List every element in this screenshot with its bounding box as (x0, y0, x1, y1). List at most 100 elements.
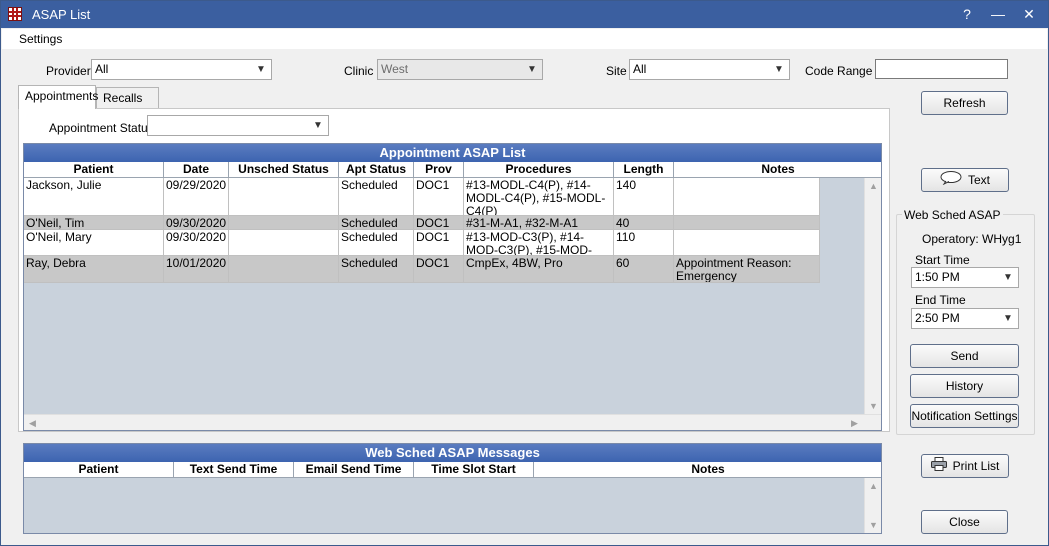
clinic-label: Clinic (344, 64, 374, 78)
table-row[interactable]: Jackson, Julie 09/29/2020 Scheduled DOC1… (24, 178, 820, 216)
menu-settings[interactable]: Settings (19, 32, 62, 46)
code-range-label: Code Range (805, 64, 873, 78)
column-header-date[interactable]: Date (164, 162, 229, 178)
cell-date: 09/29/2020 (164, 178, 229, 215)
scroll-up-icon[interactable]: ▲ (865, 178, 881, 195)
chevron-down-icon: ▼ (527, 64, 537, 75)
start-time-select[interactable]: 1:50 PM ▼ (911, 267, 1019, 288)
appointment-status-label: Appointment Status (49, 121, 154, 135)
column-header-unsched-status[interactable]: Unsched Status (229, 162, 339, 178)
vertical-scrollbar[interactable]: ▲ ▼ (864, 178, 881, 415)
menu-bar: Settings (2, 29, 1047, 49)
tab-appointments[interactable]: Appointments (18, 85, 98, 109)
cell-patient: O'Neil, Tim (24, 216, 164, 229)
table-row[interactable]: O'Neil, Tim 09/30/2020 Scheduled DOC1 #3… (24, 216, 820, 230)
horizontal-scrollbar[interactable]: ◀ ▶ (24, 414, 881, 430)
text-button[interactable]: Text (921, 168, 1009, 192)
cell-patient: Jackson, Julie (24, 178, 164, 215)
cell-apt-status: Scheduled (339, 256, 414, 282)
cell-procedures: #13-MOD-C3(P), #14-MOD-C3(P), #15-MOD-C3… (464, 230, 614, 255)
refresh-button[interactable]: Refresh (921, 91, 1008, 115)
cell-length: 140 (614, 178, 674, 215)
cell-prov: DOC1 (414, 178, 464, 215)
close-button[interactable]: Close (921, 510, 1008, 534)
column-header-patient[interactable]: Patient (24, 162, 164, 178)
cell-notes: Appointment Reason: Emergency (674, 256, 820, 282)
end-time-label: End Time (915, 293, 966, 307)
send-button[interactable]: Send (910, 344, 1019, 368)
scroll-right-icon[interactable]: ▶ (846, 415, 863, 430)
end-time-select[interactable]: 2:50 PM ▼ (911, 308, 1019, 329)
history-button[interactable]: History (910, 374, 1019, 398)
cell-notes (674, 178, 820, 215)
cell-procedures: #13-MODL-C4(P), #14-MODL-C4(P), #15-MODL… (464, 178, 614, 215)
window-title: ASAP List (32, 7, 91, 22)
text-button-label: Text (967, 173, 990, 187)
column-header-prov[interactable]: Prov (414, 162, 464, 178)
cell-unsched-status (229, 216, 339, 229)
scroll-left-icon[interactable]: ◀ (24, 415, 41, 430)
chevron-down-icon: ▼ (1003, 313, 1013, 324)
web-sched-asap-group: Web Sched ASAP Operatory: WHyg1 Start Ti… (896, 208, 1035, 435)
notification-settings-button[interactable]: Notification Settings (910, 404, 1019, 428)
cell-apt-status: Scheduled (339, 216, 414, 229)
cell-prov: DOC1 (414, 216, 464, 229)
end-time-value: 2:50 PM (915, 311, 960, 325)
help-button[interactable]: ? (955, 5, 979, 24)
scroll-down-icon[interactable]: ▼ (865, 398, 881, 415)
clinic-select-value: West (381, 62, 409, 76)
printer-icon (930, 456, 947, 478)
cell-apt-status: Scheduled (339, 230, 414, 255)
start-time-label: Start Time (915, 253, 970, 267)
tab-recalls[interactable]: Recalls (96, 87, 159, 109)
cell-date: 09/30/2020 (164, 216, 229, 229)
appointment-status-select[interactable]: ▼ (147, 115, 329, 136)
cell-procedures: #31-M-A1, #32-M-A1 (464, 216, 614, 229)
column-header-length[interactable]: Length (614, 162, 674, 178)
cell-patient: O'Neil, Mary (24, 230, 164, 255)
site-select-value: All (633, 62, 647, 76)
scroll-down-icon[interactable]: ▼ (865, 517, 881, 533)
cell-prov: DOC1 (414, 230, 464, 255)
cell-patient: Ray, Debra (24, 256, 164, 282)
print-list-label: Print List (952, 459, 1000, 473)
title-bar: ASAP List ? — ✕ (1, 1, 1048, 28)
column-header-patient[interactable]: Patient (24, 462, 174, 478)
messages-grid-header: Patient Text Send Time Email Send Time T… (24, 462, 881, 478)
web-sched-messages-grid: Web Sched ASAP Messages Patient Text Sen… (23, 443, 882, 534)
column-header-email-send-time[interactable]: Email Send Time (294, 462, 414, 478)
print-list-button[interactable]: Print List (921, 454, 1009, 478)
scroll-up-icon[interactable]: ▲ (865, 478, 881, 495)
minimize-button[interactable]: — (986, 5, 1010, 24)
close-window-button[interactable]: ✕ (1017, 5, 1041, 24)
appointment-grid-title: Appointment ASAP List (24, 144, 881, 162)
speech-bubble-icon (940, 170, 962, 192)
column-header-notes[interactable]: Notes (674, 162, 881, 178)
cell-date: 09/30/2020 (164, 230, 229, 255)
table-row[interactable]: Ray, Debra 10/01/2020 Scheduled DOC1 Cmp… (24, 256, 820, 283)
site-label: Site (606, 64, 627, 78)
cell-date: 10/01/2020 (164, 256, 229, 282)
web-sched-group-title: Web Sched ASAP (902, 208, 1003, 222)
app-grid-icon (8, 7, 22, 21)
provider-label: Provider (46, 64, 91, 78)
vertical-scrollbar[interactable]: ▲ ▼ (864, 478, 881, 533)
code-range-input[interactable] (875, 59, 1008, 79)
appointment-asap-grid: Appointment ASAP List Patient Date Unsch… (23, 143, 882, 431)
cell-procedures: CmpEx, 4BW, Pro (464, 256, 614, 282)
column-header-time-slot-start[interactable]: Time Slot Start (414, 462, 534, 478)
cell-unsched-status (229, 230, 339, 255)
messages-grid-title: Web Sched ASAP Messages (24, 444, 881, 462)
cell-apt-status: Scheduled (339, 178, 414, 215)
chevron-down-icon: ▼ (313, 120, 323, 131)
column-header-procedures[interactable]: Procedures (464, 162, 614, 178)
column-header-text-send-time[interactable]: Text Send Time (174, 462, 294, 478)
site-select[interactable]: All ▼ (629, 59, 790, 80)
column-header-notes[interactable]: Notes (534, 462, 881, 478)
column-header-apt-status[interactable]: Apt Status (339, 162, 414, 178)
cell-unsched-status (229, 178, 339, 215)
cell-prov: DOC1 (414, 256, 464, 282)
cell-notes (674, 230, 820, 255)
table-row[interactable]: O'Neil, Mary 09/30/2020 Scheduled DOC1 #… (24, 230, 820, 256)
provider-select[interactable]: All ▼ (91, 59, 272, 80)
